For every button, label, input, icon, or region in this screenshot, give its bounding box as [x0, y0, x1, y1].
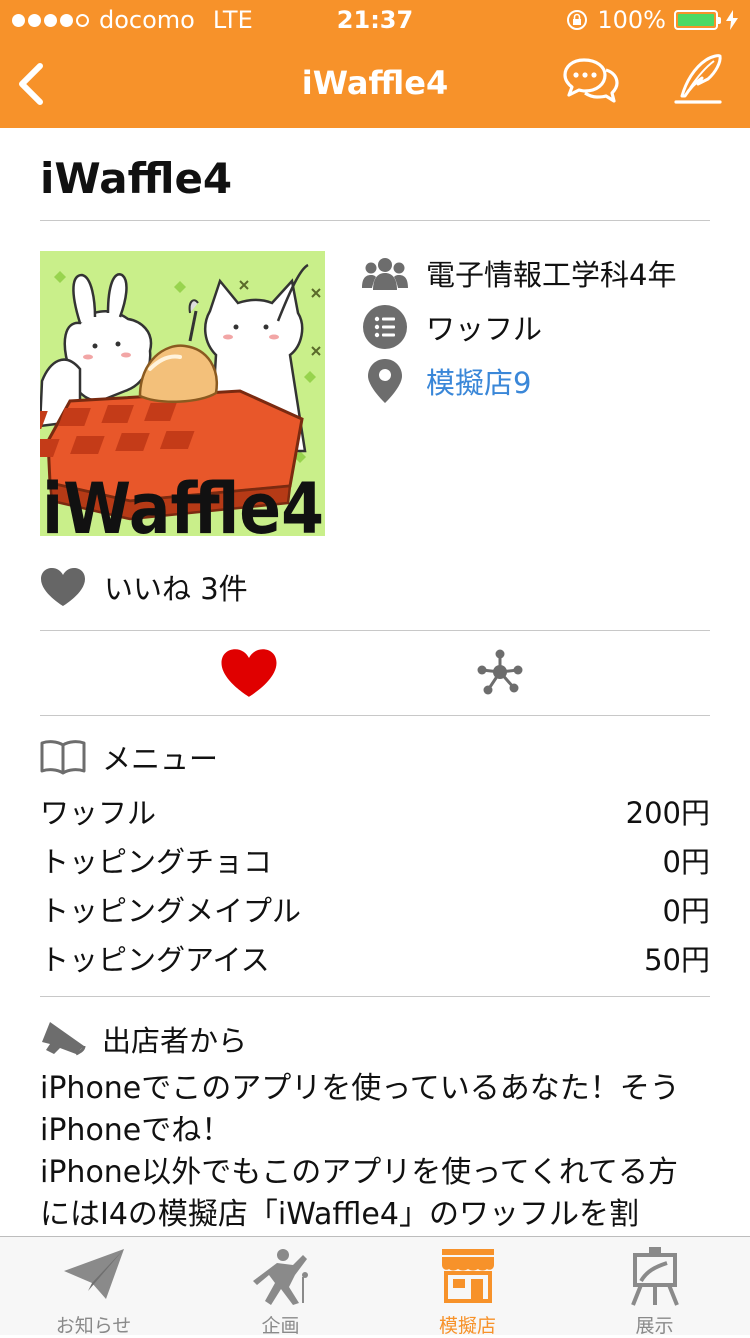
nav-title: iWaffle4	[301, 64, 449, 102]
location-link[interactable]: 模擬店9	[426, 360, 531, 402]
shop-name: iWaffle4	[40, 154, 233, 203]
like-count-text: いいね 3件	[104, 572, 248, 606]
menu-item: トッピングチョコ 0円	[40, 839, 710, 881]
status-bar: docomo LTE 21:37 100%	[0, 0, 750, 40]
group-icon	[362, 250, 408, 296]
vendor-message-body: iPhoneでこのアプリを使っているあなた！そう iPhoneでね！ iPhon…	[40, 1071, 680, 1232]
menu-item: ワッフル 200円	[40, 790, 710, 832]
menu-item-price: 200円	[625, 796, 710, 830]
menu-item-price: 0円	[662, 845, 710, 879]
tab-exhibits[interactable]: 展示	[561, 1243, 748, 1337]
menu-item-price: 0円	[662, 894, 710, 928]
tab-shops[interactable]: 模擬店	[374, 1243, 561, 1337]
divider	[40, 630, 710, 631]
menu-heading: メニュー	[40, 736, 218, 778]
department-text: 電子情報工学科4年	[426, 258, 677, 292]
menu-item: トッピングアイス 50円	[40, 937, 710, 979]
tab-bar: お知らせ 企画 模擬店 展示	[0, 1236, 750, 1337]
easel-icon	[630, 1247, 679, 1306]
charging-icon	[726, 10, 738, 30]
battery-percent: 100%	[597, 6, 666, 34]
location-row[interactable]: 模擬店9	[362, 358, 531, 404]
divider	[40, 220, 710, 221]
share-network-icon[interactable]	[476, 648, 524, 696]
category-row: ワッフル	[362, 304, 542, 350]
menu-item-name: トッピングチョコ	[40, 845, 273, 879]
like-button-heart-icon[interactable]	[220, 648, 278, 698]
megaphone-icon	[42, 1022, 86, 1056]
menu-item-name: トッピングメイプル	[40, 894, 302, 928]
menu-item-price: 50円	[644, 943, 710, 977]
map-pin-icon	[362, 358, 408, 404]
storefront-icon	[441, 1249, 494, 1303]
status-right: 100%	[565, 6, 738, 34]
quill-pen-icon[interactable]	[672, 52, 724, 108]
tab-events[interactable]: 企画	[187, 1243, 374, 1337]
paper-plane-icon	[63, 1249, 124, 1299]
battery-icon	[674, 10, 721, 30]
open-book-icon	[40, 740, 86, 775]
menu-item: トッピングメイプル 0円	[40, 888, 710, 930]
menu-item-name: トッピングアイス	[40, 943, 270, 977]
waffle-illustration: iWaffle4	[40, 251, 325, 536]
list-icon	[362, 304, 408, 350]
nav-bar: iWaffle4	[0, 40, 750, 128]
divider	[40, 715, 710, 716]
category-text: ワッフル	[426, 312, 543, 346]
message-heading: 出店者から	[40, 1018, 247, 1060]
performer-icon	[252, 1249, 308, 1305]
department-row: 電子情報工学科4年	[362, 250, 676, 296]
shop-detail[interactable]: iWaffle4 iWaffle4 電子情報工学科4年 ワッフル 模擬店9 いい…	[0, 128, 750, 1236]
chat-bubbles-icon[interactable]	[562, 56, 620, 108]
shop-thumbnail[interactable]: iWaffle4	[40, 251, 325, 536]
menu-item-name: ワッフル	[40, 796, 157, 830]
message-heading-text: 出店者から	[102, 1024, 248, 1058]
menu-heading-text: メニュー	[102, 742, 219, 776]
like-count: いいね 3件	[40, 566, 248, 608]
heart-icon	[41, 568, 85, 606]
rotation-lock-icon	[567, 10, 588, 30]
divider	[40, 996, 710, 997]
tab-news[interactable]: お知らせ	[0, 1243, 187, 1337]
top-bar: docomo LTE 21:37 100% iWaffle4	[0, 0, 750, 128]
thumbnail-logo-text: iWaffle4	[42, 468, 324, 536]
